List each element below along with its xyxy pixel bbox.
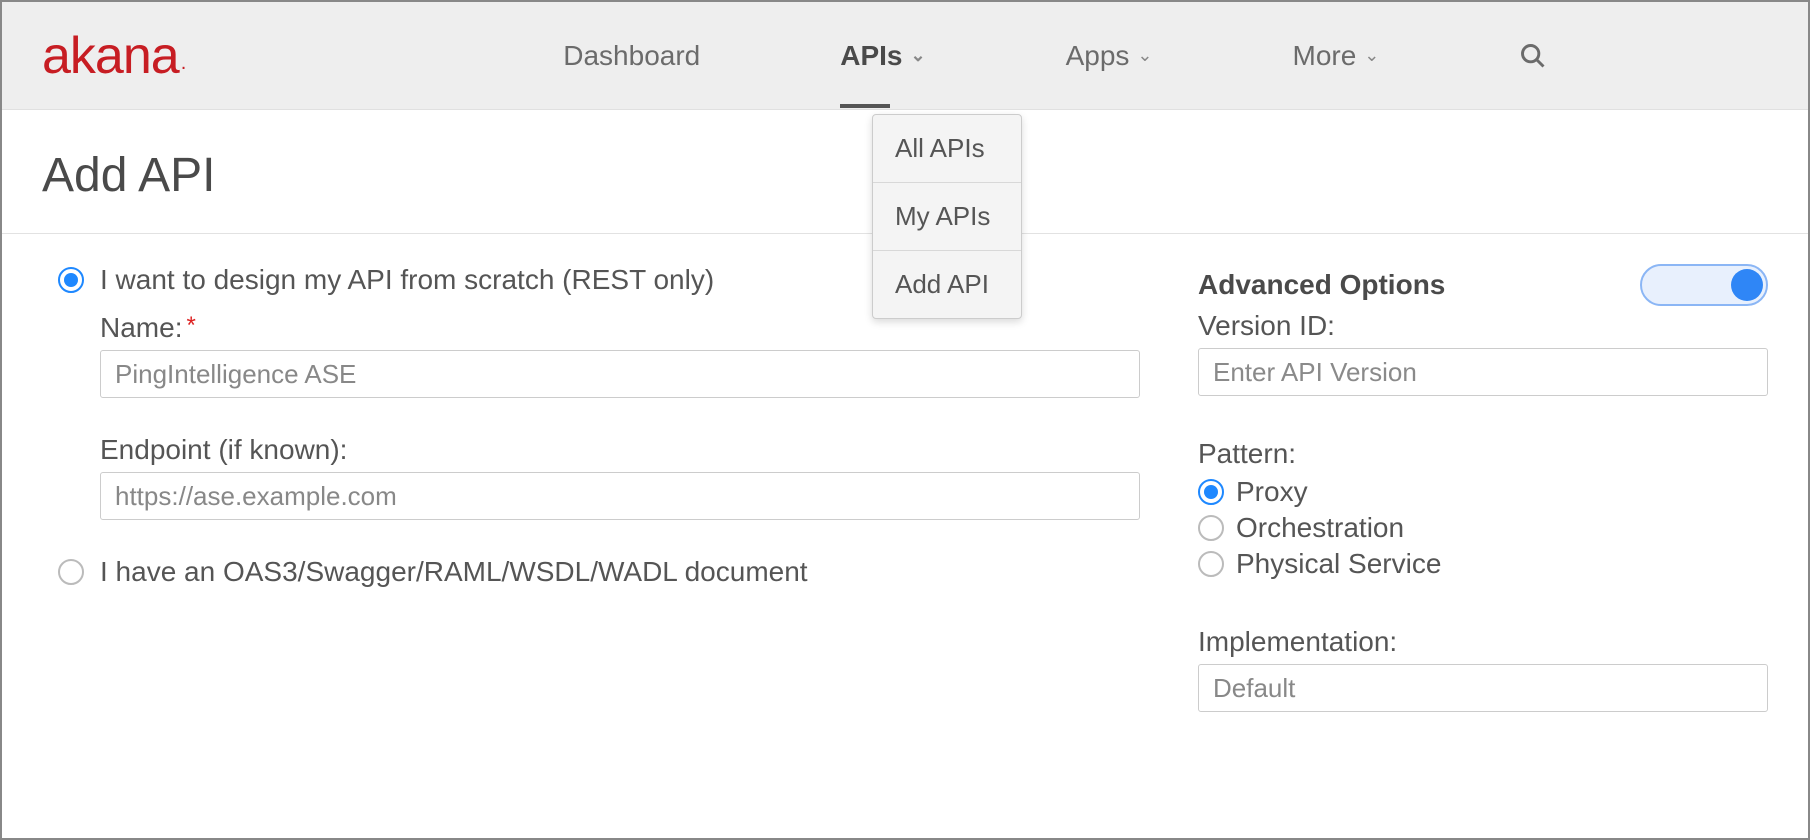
chevron-down-icon: ⌄ — [1364, 45, 1379, 66]
implementation-select[interactable]: Default — [1198, 664, 1768, 712]
have-document-label: I have an OAS3/Swagger/RAML/WSDL/WADL do… — [100, 556, 808, 588]
nav-dashboard-label: Dashboard — [563, 40, 700, 72]
endpoint-input[interactable] — [100, 472, 1140, 520]
toggle-knob — [1731, 269, 1763, 301]
chevron-down-icon: ⌄ — [1137, 45, 1152, 66]
endpoint-label: Endpoint (if known): — [100, 434, 1168, 466]
right-column: Advanced Options Version ID: Pattern: Pr… — [1168, 264, 1768, 712]
dropdown-add-api[interactable]: Add API — [873, 251, 1021, 318]
radio-selected-icon — [1198, 479, 1224, 505]
design-from-scratch-label: I want to design my API from scratch (RE… — [100, 264, 714, 296]
search-icon — [1519, 42, 1547, 70]
nav-more-label: More — [1293, 40, 1357, 72]
nav-dashboard[interactable]: Dashboard — [563, 40, 700, 72]
pattern-orchestration-option[interactable]: Orchestration — [1198, 512, 1768, 544]
version-id-label: Version ID: — [1198, 310, 1768, 342]
advanced-options-toggle[interactable] — [1640, 264, 1768, 306]
endpoint-field: Endpoint (if known): — [100, 434, 1168, 520]
pattern-physical-option[interactable]: Physical Service — [1198, 548, 1768, 580]
pattern-physical-label: Physical Service — [1236, 548, 1441, 580]
top-nav: akana. Dashboard APIs ⌄ Apps ⌄ More ⌄ — [2, 2, 1808, 110]
left-column: I want to design my API from scratch (RE… — [58, 264, 1168, 712]
brand-logo: akana. — [42, 26, 183, 86]
radio-unselected-icon — [58, 559, 84, 585]
pattern-orchestration-label: Orchestration — [1236, 512, 1404, 544]
nav-apps[interactable]: Apps ⌄ — [1066, 40, 1153, 72]
radio-unselected-icon — [1198, 515, 1224, 541]
required-asterisk: * — [186, 312, 195, 344]
implementation-label: Implementation: — [1198, 626, 1768, 658]
pattern-proxy-label: Proxy — [1236, 476, 1308, 508]
apis-dropdown: All APIs My APIs Add API — [872, 114, 1022, 319]
chevron-down-icon: ⌄ — [910, 45, 925, 66]
name-label-text: Name: — [100, 312, 182, 344]
dropdown-my-apis[interactable]: My APIs — [873, 183, 1021, 251]
brand-text: akana — [42, 27, 179, 85]
nav-apis-label: APIs — [840, 40, 902, 72]
dropdown-all-apis[interactable]: All APIs — [873, 115, 1021, 183]
nav-more[interactable]: More ⌄ — [1293, 40, 1380, 72]
have-document-option[interactable]: I have an OAS3/Swagger/RAML/WSDL/WADL do… — [58, 556, 1168, 588]
advanced-options-title: Advanced Options — [1198, 269, 1445, 301]
name-input[interactable] — [100, 350, 1140, 398]
pattern-proxy-option[interactable]: Proxy — [1198, 476, 1768, 508]
pattern-label: Pattern: — [1198, 438, 1768, 470]
version-id-input[interactable] — [1198, 348, 1768, 396]
radio-selected-icon — [58, 267, 84, 293]
radio-unselected-icon — [1198, 551, 1224, 577]
nav-items: Dashboard APIs ⌄ Apps ⌄ More ⌄ — [563, 40, 1547, 72]
nav-apis[interactable]: APIs ⌄ — [840, 40, 925, 72]
nav-apps-label: Apps — [1066, 40, 1130, 72]
search-button[interactable] — [1519, 42, 1547, 70]
implementation-value: Default — [1213, 673, 1295, 704]
advanced-options-header: Advanced Options — [1198, 264, 1768, 306]
name-field: Name: * — [100, 312, 1168, 398]
brand-dot: . — [181, 52, 186, 74]
